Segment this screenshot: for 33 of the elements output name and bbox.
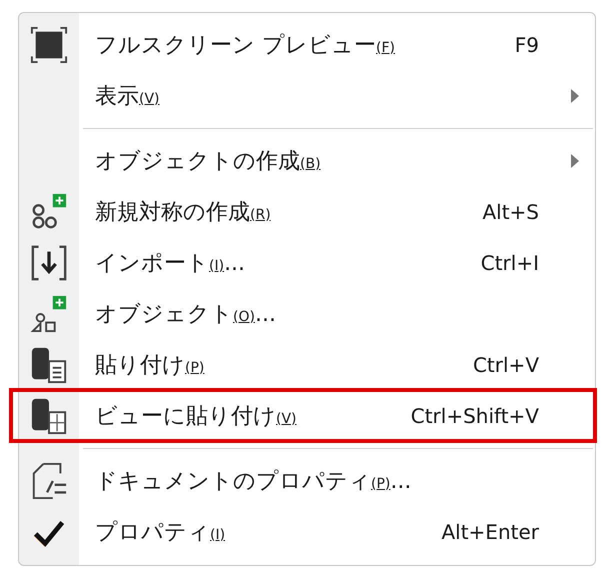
menu-label: 表示(V) — [95, 82, 160, 110]
menu-item[interactable]: 表示(V) — [19, 70, 595, 121]
menu-label: オブジェクト(O)... — [95, 300, 276, 328]
import-icon — [30, 244, 68, 282]
menu-item[interactable]: フルスクリーン プレビュー(F) F9 — [19, 19, 595, 70]
document-icon — [30, 462, 68, 500]
menu-item[interactable]: インポート(I)... Ctrl+I — [19, 237, 595, 288]
circles-add-icon — [30, 192, 68, 230]
shortcut-text: F9 — [514, 32, 539, 56]
paste-view-icon — [30, 396, 68, 434]
shortcut-text: Alt+Enter — [441, 520, 539, 544]
menu-label: プロパティ(I) — [95, 518, 226, 546]
shapes-add-icon — [30, 294, 68, 332]
menu-label: インポート(I)... — [95, 250, 246, 278]
fullscreen-icon — [30, 26, 68, 64]
menu-label: オブジェクトの作成(B) — [95, 148, 321, 176]
paste-icon — [30, 346, 68, 384]
menu-item[interactable]: プロパティ(I) Alt+Enter — [19, 506, 595, 557]
menu-item[interactable]: ビューに貼り付け(V) Ctrl+Shift+V — [11, 390, 595, 441]
menu-label: 貼り付け(P) — [95, 352, 204, 380]
menu-item[interactable]: オブジェクト(O)... — [19, 288, 595, 339]
menu-item[interactable]: 新規対称の作成(R) Alt+S — [19, 186, 595, 237]
shortcut-text: Ctrl+I — [480, 250, 539, 274]
menu-item[interactable]: ドキュメントのプロパティ(P)... — [19, 455, 595, 506]
menu-item[interactable]: 貼り付け(P) Ctrl+V — [19, 339, 595, 390]
shortcut-text: Ctrl+V — [472, 352, 539, 376]
menu-label: ドキュメントのプロパティ(P)... — [95, 468, 412, 496]
menu-label: フルスクリーン プレビュー(F) — [95, 32, 395, 60]
menu-label: 新規対称の作成(R) — [95, 198, 271, 226]
shortcut-text: Alt+S — [482, 200, 539, 224]
shortcut-text: Ctrl+Shift+V — [410, 404, 539, 428]
menu-item[interactable]: オブジェクトの作成(B) — [19, 135, 595, 186]
menu-label: ビューに貼り付け(V) — [95, 402, 297, 430]
